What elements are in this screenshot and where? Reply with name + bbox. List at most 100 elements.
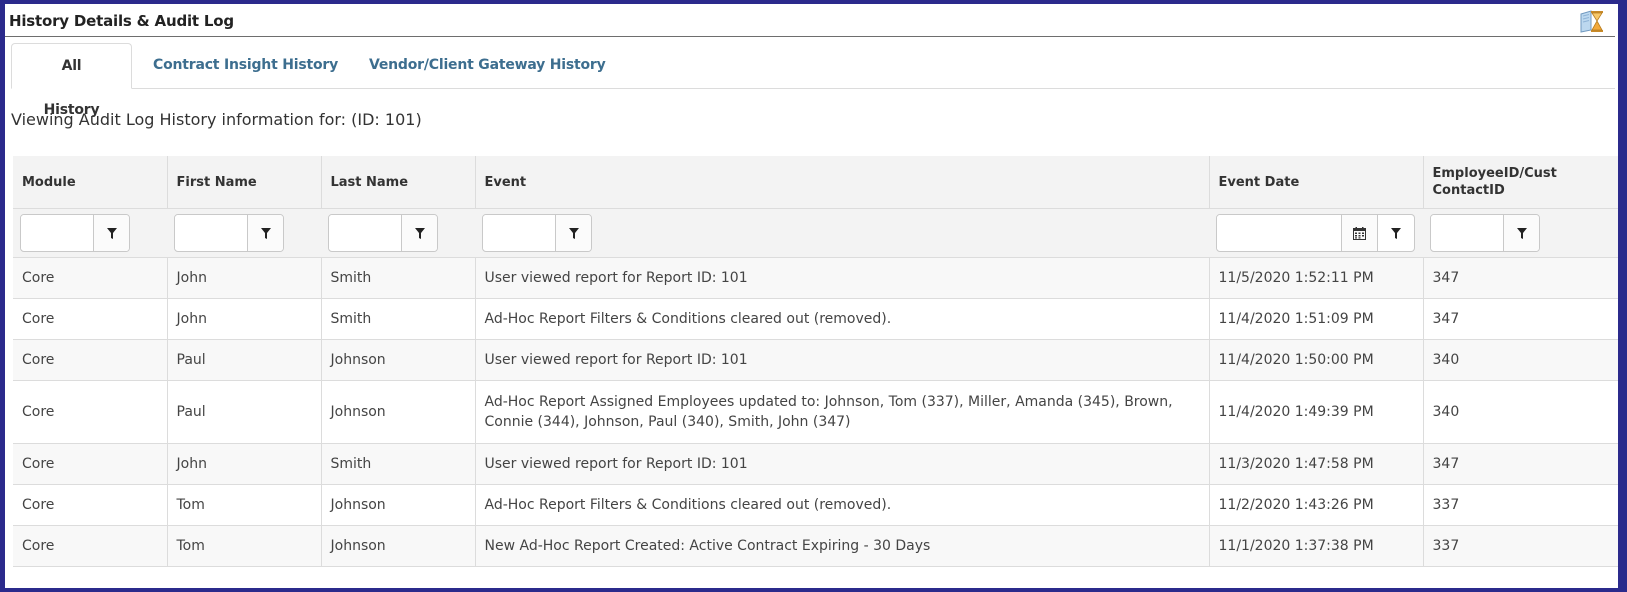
cell-module: Core xyxy=(13,298,168,340)
cell-first-name: Tom xyxy=(167,525,322,567)
cell-employee-id: 347 xyxy=(1423,443,1618,485)
filter-employee-id xyxy=(1430,214,1540,252)
cell-event-date: 11/4/2020 1:50:00 PM xyxy=(1209,339,1424,381)
cell-event-date: 11/4/2020 1:49:39 PM xyxy=(1209,380,1424,444)
cell-first-name: Tom xyxy=(167,484,322,526)
tab-vendor-client-gateway-history[interactable]: Vendor/Client Gateway History xyxy=(347,43,628,87)
filter-last-name xyxy=(328,214,438,252)
filter-button-module[interactable] xyxy=(93,215,129,251)
cell-last-name: Johnson xyxy=(321,525,476,567)
title-bar: History Details & Audit Log xyxy=(5,4,1615,37)
cell-first-name: Paul xyxy=(167,339,322,381)
filter-cell-employee-id xyxy=(1423,208,1618,258)
history-panel: History Details & Audit Log All History … xyxy=(5,4,1618,588)
cell-module: Core xyxy=(13,339,168,381)
table-row[interactable]: Core John Smith User viewed report for R… xyxy=(13,443,1618,485)
tab-all-history[interactable]: All History xyxy=(11,43,132,118)
history-tabs: All History Contract Insight History Ven… xyxy=(11,38,1615,118)
filter-cell-first-name xyxy=(167,208,321,258)
cell-first-name: John xyxy=(167,298,322,340)
history-hourglass-icon[interactable] xyxy=(1579,8,1605,34)
table-row[interactable]: Core Tom Johnson New Ad-Hoc Report Creat… xyxy=(13,525,1618,567)
cell-employee-id: 347 xyxy=(1423,298,1618,340)
table-row[interactable]: Core Paul Johnson Ad-Hoc Report Assigned… xyxy=(13,380,1618,444)
cell-event: Ad-Hoc Report Filters & Conditions clear… xyxy=(475,298,1210,340)
filter-event xyxy=(482,214,592,252)
filter-event-date-group xyxy=(1216,214,1416,252)
column-header-event-date[interactable]: Event Date xyxy=(1209,156,1424,209)
cell-first-name: John xyxy=(167,443,322,485)
filter-cell-event-date xyxy=(1209,208,1423,258)
cell-event-date: 11/4/2020 1:51:09 PM xyxy=(1209,298,1424,340)
cell-event: Ad-Hoc Report Assigned Employees updated… xyxy=(475,380,1210,444)
filter-funnel-icon xyxy=(568,227,579,239)
table-row[interactable]: Core Tom Johnson Ad-Hoc Report Filters &… xyxy=(13,484,1618,526)
filter-funnel-icon xyxy=(1516,227,1527,239)
filter-first-name xyxy=(174,214,284,252)
cell-last-name: Smith xyxy=(321,257,476,299)
filter-cell-event xyxy=(475,208,1209,258)
filter-cell-last-name xyxy=(321,208,475,258)
audit-log-table: Module First Name Last Name Event Event … xyxy=(13,156,1618,567)
cell-module: Core xyxy=(13,257,168,299)
filter-funnel-icon xyxy=(1391,227,1401,239)
cell-event: User viewed report for Report ID: 101 xyxy=(475,257,1210,299)
cell-event-date: 11/5/2020 1:52:11 PM xyxy=(1209,257,1424,299)
viewing-info-text: Viewing Audit Log History information fo… xyxy=(11,110,422,129)
filter-button-event[interactable] xyxy=(555,215,591,251)
column-header-module[interactable]: Module xyxy=(13,156,168,209)
table-row[interactable]: Core John Smith Ad-Hoc Report Filters & … xyxy=(13,298,1618,340)
filter-input-event[interactable] xyxy=(483,215,555,249)
filter-button-last-name[interactable] xyxy=(401,215,437,251)
tab-contract-insight-history[interactable]: Contract Insight History xyxy=(131,43,360,87)
audit-log-rows: Core John Smith User viewed report for R… xyxy=(13,257,1618,567)
cell-last-name: Smith xyxy=(321,298,476,340)
cell-last-name: Smith xyxy=(321,443,476,485)
cell-employee-id: 337 xyxy=(1423,525,1618,567)
filter-input-module[interactable] xyxy=(21,215,93,249)
cell-module: Core xyxy=(13,484,168,526)
cell-event-date: 11/1/2020 1:37:38 PM xyxy=(1209,525,1424,567)
column-header-employee-id[interactable]: EmployeeID/Cust ContactID xyxy=(1423,156,1618,209)
cell-event-date: 11/2/2020 1:43:26 PM xyxy=(1209,484,1424,526)
cell-employee-id: 337 xyxy=(1423,484,1618,526)
cell-event-date: 11/3/2020 1:47:58 PM xyxy=(1209,443,1424,485)
cell-last-name: Johnson xyxy=(321,339,476,381)
filter-funnel-icon xyxy=(106,227,117,239)
cell-first-name: John xyxy=(167,257,322,299)
cell-event: User viewed report for Report ID: 101 xyxy=(475,339,1210,381)
filter-input-last-name[interactable] xyxy=(329,215,401,249)
cell-employee-id: 340 xyxy=(1423,380,1618,444)
filter-funnel-icon xyxy=(260,227,271,239)
cell-last-name: Johnson xyxy=(321,380,476,444)
filter-input-event-date[interactable] xyxy=(1217,215,1341,249)
filter-row xyxy=(13,208,1618,258)
cell-module: Core xyxy=(13,525,168,567)
filter-button-event-date[interactable] xyxy=(1378,214,1415,252)
cell-event: New Ad-Hoc Report Created: Active Contra… xyxy=(475,525,1210,567)
date-picker-button[interactable] xyxy=(1341,215,1377,251)
cell-first-name: Paul xyxy=(167,380,322,444)
filter-funnel-icon xyxy=(414,227,425,239)
cell-last-name: Johnson xyxy=(321,484,476,526)
filter-input-first-name[interactable] xyxy=(175,215,247,249)
filter-cell-module xyxy=(13,208,167,258)
cell-module: Core xyxy=(13,443,168,485)
cell-employee-id: 347 xyxy=(1423,257,1618,299)
filter-button-employee-id[interactable] xyxy=(1503,215,1539,251)
calendar-icon xyxy=(1353,226,1366,240)
cell-event: Ad-Hoc Report Filters & Conditions clear… xyxy=(475,484,1210,526)
filter-event-date xyxy=(1216,214,1378,252)
column-header-last-name[interactable]: Last Name xyxy=(321,156,476,209)
column-header-first-name[interactable]: First Name xyxy=(167,156,322,209)
filter-module xyxy=(20,214,130,252)
cell-event: User viewed report for Report ID: 101 xyxy=(475,443,1210,485)
cell-employee-id: 340 xyxy=(1423,339,1618,381)
column-header-event[interactable]: Event xyxy=(475,156,1210,209)
table-row[interactable]: Core John Smith User viewed report for R… xyxy=(13,257,1618,299)
cell-module: Core xyxy=(13,380,168,444)
page-title: History Details & Audit Log xyxy=(9,12,234,30)
filter-input-employee-id[interactable] xyxy=(1431,215,1503,249)
table-row[interactable]: Core Paul Johnson User viewed report for… xyxy=(13,339,1618,381)
filter-button-first-name[interactable] xyxy=(247,215,283,251)
